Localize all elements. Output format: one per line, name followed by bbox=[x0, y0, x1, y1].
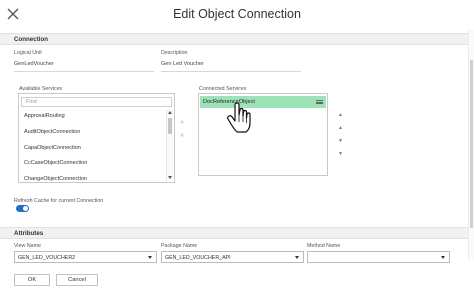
move-left-button[interactable]: « bbox=[180, 132, 184, 139]
chevron-down-icon bbox=[148, 256, 152, 259]
move-up-button[interactable]: ▲ bbox=[336, 123, 345, 133]
find-input[interactable]: Find bbox=[21, 97, 172, 107]
list-item[interactable]: ApprovalRouting bbox=[24, 113, 65, 119]
connection-section-header[interactable]: Connection bbox=[0, 33, 474, 45]
connected-services-list[interactable]: DocReferenceObject bbox=[198, 93, 328, 176]
list-item[interactable]: CcCaseObjectConnection bbox=[24, 160, 87, 166]
move-down-button[interactable]: ▼ bbox=[336, 136, 345, 146]
dialog-scrollbar[interactable] bbox=[468, 30, 474, 260]
available-services-list[interactable]: Find ApprovalRouting AuditObjectConnecti… bbox=[18, 93, 175, 183]
scroll-down-icon[interactable] bbox=[168, 176, 172, 179]
view-name-value: GEN_LED_VOUCHER2 bbox=[18, 254, 76, 261]
ok-button[interactable]: OK bbox=[14, 274, 50, 286]
description-underline bbox=[161, 71, 301, 72]
method-name-label: Method Name bbox=[307, 243, 341, 249]
cancel-button[interactable]: Cancel bbox=[56, 274, 98, 286]
package-name-select[interactable]: GEN_LED_VOUCHER_API bbox=[161, 251, 304, 263]
attributes-section-label: Attributes bbox=[14, 230, 44, 237]
scroll-up-icon[interactable] bbox=[168, 111, 172, 114]
chevron-down-icon bbox=[295, 256, 299, 259]
method-name-select[interactable] bbox=[307, 251, 450, 263]
hand-cursor-icon bbox=[227, 102, 251, 133]
move-bottom-button[interactable]: ▼ bbox=[336, 149, 345, 159]
package-name-label: Package Name bbox=[161, 243, 198, 249]
move-right-button[interactable]: » bbox=[180, 119, 184, 126]
logical-unit-value: GenLedVoucher bbox=[14, 61, 54, 67]
view-name-label: View Name bbox=[14, 243, 41, 249]
scrollbar-thumb[interactable] bbox=[168, 118, 172, 134]
logical-unit-label: Logical Unit bbox=[14, 50, 42, 56]
move-top-button[interactable]: ▲ bbox=[336, 110, 345, 120]
list-item[interactable]: AuditObjectConnection bbox=[24, 129, 80, 135]
drag-handle-icon[interactable] bbox=[316, 100, 323, 104]
description-value: Gen Led Voucher bbox=[161, 61, 204, 67]
dialog-header: Edit Object Connection bbox=[0, 0, 474, 30]
connected-services-label: Connected Services bbox=[199, 86, 247, 92]
chevron-down-icon bbox=[441, 256, 445, 259]
list-item[interactable]: ChangeObjectConnection bbox=[24, 176, 87, 182]
refresh-cache-label: Refresh Cache for current Connection bbox=[14, 198, 104, 204]
dialog-title: Edit Object Connection bbox=[173, 7, 301, 21]
scrollbar-thumb[interactable] bbox=[470, 60, 473, 228]
view-name-select[interactable]: GEN_LED_VOUCHER2 bbox=[14, 251, 157, 263]
list-item[interactable]: CapaObjectConnection bbox=[24, 145, 81, 151]
attributes-section-header[interactable]: Attributes bbox=[0, 227, 474, 239]
available-list-scrollbar[interactable] bbox=[166, 110, 173, 181]
refresh-cache-toggle[interactable] bbox=[16, 205, 29, 212]
package-name-value: GEN_LED_VOUCHER_API bbox=[165, 254, 231, 261]
connected-item-selected[interactable]: DocReferenceObject bbox=[200, 96, 326, 108]
connection-section-label: Connection bbox=[14, 36, 49, 43]
available-services-label: Available Services bbox=[19, 86, 63, 92]
logical-unit-underline bbox=[14, 71, 154, 72]
description-label: Description bbox=[161, 50, 188, 56]
